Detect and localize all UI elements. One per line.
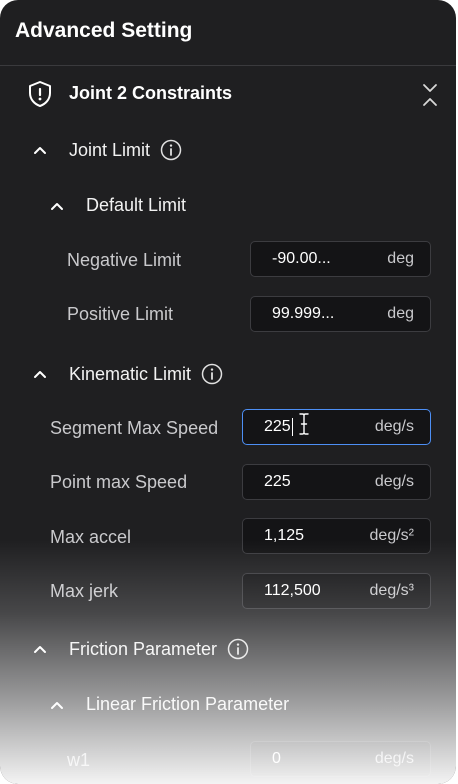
chevron-up-icon <box>33 145 47 155</box>
positive-limit-field[interactable]: 99.999... deg <box>250 296 431 332</box>
panel-title: Advanced Setting <box>15 19 193 42</box>
shield-alert-icon <box>27 80 53 108</box>
max-accel-unit: deg/s² <box>369 527 414 544</box>
segment-max-speed-label: Segment Max Speed <box>50 418 219 438</box>
negative-limit-label: Negative Limit <box>67 250 182 270</box>
positive-limit-value: 99.999... <box>272 305 335 322</box>
segment-max-speed-value: 225 <box>264 418 291 436</box>
negative-limit-unit: deg <box>387 250 414 267</box>
joint-limit-header[interactable]: Joint Limit <box>33 139 182 161</box>
w1-value: 0 <box>272 750 281 767</box>
segment-max-speed-unit: deg/s <box>374 418 414 435</box>
negative-limit-value: -90.00... <box>272 250 331 267</box>
chevron-up-icon <box>50 201 64 211</box>
max-jerk-field[interactable]: 112,500 deg/s³ <box>242 573 431 609</box>
max-jerk-value: 112,500 <box>264 582 321 599</box>
kinematic-limit-header[interactable]: Kinematic Limit <box>33 363 223 385</box>
info-icon[interactable] <box>227 638 249 660</box>
info-icon[interactable] <box>160 139 182 161</box>
max-accel-label: Max accel <box>50 527 132 547</box>
friction-parameter-header[interactable]: Friction Parameter <box>33 638 249 660</box>
linear-friction-title: Linear Friction Parameter <box>86 694 290 714</box>
segment-max-speed-field[interactable]: 225 deg/s <box>242 409 431 445</box>
linear-friction-header[interactable]: Linear Friction Parameter <box>50 694 289 715</box>
point-max-speed-value: 225 <box>264 473 291 490</box>
text-cursor <box>291 417 293 436</box>
chevrons-collapse-icon[interactable] <box>419 82 441 108</box>
chevron-up-icon <box>33 644 47 654</box>
chevron-up-icon <box>33 369 47 379</box>
kinematic-limit-title: Kinematic Limit <box>69 363 192 384</box>
max-accel-value: 1,125 <box>264 527 305 544</box>
point-max-speed-label: Point max Speed <box>50 472 188 492</box>
chevron-up-icon <box>50 700 64 710</box>
joint-limit-title: Joint Limit <box>69 139 151 160</box>
ibeam-cursor-icon <box>298 413 310 435</box>
point-max-speed-field[interactable]: 225 deg/s <box>242 464 431 500</box>
positive-limit-unit: deg <box>387 305 414 322</box>
w1-label: w1 <box>67 750 91 770</box>
negative-limit-field[interactable]: -90.00... deg <box>250 241 431 277</box>
default-limit-header[interactable]: Default Limit <box>50 195 186 216</box>
w1-unit: deg/s <box>374 750 414 767</box>
default-limit-title: Default Limit <box>86 195 187 215</box>
advanced-setting-panel: Advanced Setting Joint 2 Constraints Joi… <box>0 0 456 784</box>
max-jerk-label: Max jerk <box>50 581 119 601</box>
positive-limit-label: Positive Limit <box>67 304 174 324</box>
friction-parameter-title: Friction Parameter <box>69 638 218 659</box>
info-icon[interactable] <box>201 363 223 385</box>
point-max-speed-unit: deg/s <box>374 473 414 490</box>
max-accel-field[interactable]: 1,125 deg/s² <box>242 518 431 554</box>
header-divider <box>0 65 456 66</box>
section-title: Joint 2 Constraints <box>69 83 233 103</box>
max-jerk-unit: deg/s³ <box>369 582 414 599</box>
w1-field[interactable]: 0 deg/s <box>250 741 431 777</box>
